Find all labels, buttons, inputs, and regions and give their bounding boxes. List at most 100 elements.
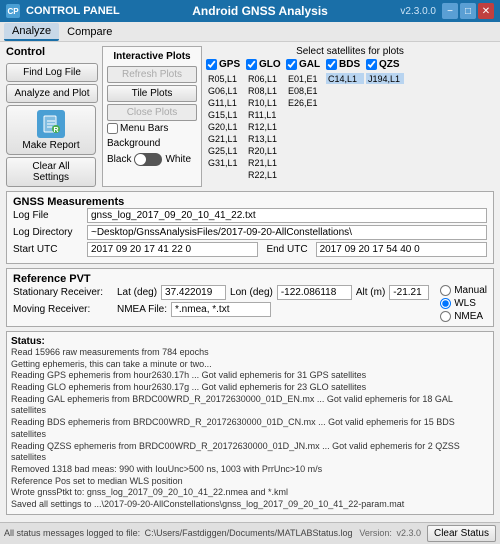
clear-status-button[interactable]: Clear Status: [427, 525, 496, 542]
bottom-version-label: Version: v2.3.0: [359, 528, 421, 538]
minimize-button[interactable]: −: [442, 3, 458, 19]
gal-cell-2: E26,E1: [286, 97, 324, 108]
gal-label: GAL: [299, 59, 320, 70]
all-messages-label: All status messages logged to file: C:\U…: [4, 528, 359, 538]
close-plots-button[interactable]: Close Plots: [107, 104, 197, 121]
log-file-row: Log File: [13, 208, 487, 223]
end-utc-label: End UTC: [266, 244, 307, 255]
bottom-right: Version: v2.3.0 Clear Status: [359, 525, 496, 542]
moving-row: Moving Receiver: NMEA File:: [13, 302, 436, 317]
wls-radio-label[interactable]: WLS: [440, 298, 487, 309]
bds-cell-0: C14,L1: [326, 73, 364, 84]
glo-column: GLO R06,L1 R08,L1 R10,L1 R11,L1 R12,L1 R…: [246, 59, 284, 180]
status-line-1: Getting ephemeris, this can take a minut…: [11, 359, 489, 371]
menu-bar: Analyze Compare: [0, 22, 500, 42]
report-icon: R: [37, 110, 65, 138]
status-section: Status: Read 15966 raw measurements from…: [6, 331, 494, 515]
qzs-checkbox[interactable]: [366, 59, 377, 70]
start-utc-label: Start UTC: [13, 244, 83, 255]
glo-cell-7: R21,L1: [246, 157, 284, 168]
glo-cell-1: R08,L1: [246, 85, 284, 96]
interactive-plots-panel: Interactive Plots Refresh Plots Tile Plo…: [102, 46, 202, 187]
gal-cell-0: E01,E1: [286, 73, 324, 84]
gps-cell-6: G25,L1: [206, 145, 244, 156]
glo-cell-4: R12,L1: [246, 121, 284, 132]
gal-cell-1: E08,E1: [286, 85, 324, 96]
close-button[interactable]: ✕: [478, 3, 494, 19]
app-icon: CP: [6, 4, 20, 18]
qzs-label: QZS: [379, 59, 400, 70]
status-line-9: Wrote gnssPtkt to: gnss_log_2017_09_20_1…: [11, 487, 489, 499]
log-dir-input[interactable]: [87, 225, 487, 240]
status-line-6: Reading QZSS ephemeris from BRDC00WRD_R_…: [11, 441, 489, 464]
log-file-label: Log File: [13, 210, 83, 221]
qzs-column: QZS J194,L1: [366, 59, 404, 180]
status-line-2: Reading GPS ephemeris from hour2630.17h …: [11, 370, 489, 382]
nmea-label: NMEA File:: [117, 304, 167, 315]
gps-checkbox[interactable]: [206, 59, 217, 70]
lon-input[interactable]: [277, 285, 352, 300]
gps-cell-2: G11,L1: [206, 97, 244, 108]
bds-column: BDS C14,L1: [326, 59, 364, 180]
gps-cell-1: G06,L1: [206, 85, 244, 96]
title-bar: CP CONTROL PANEL Android GNSS Analysis v…: [0, 0, 500, 22]
status-line-4: Reading GAL ephemeris from BRDC00WRD_R_2…: [11, 394, 489, 417]
glo-label: GLO: [259, 59, 281, 70]
nmea-radio[interactable]: [440, 311, 451, 322]
gps-label: GPS: [219, 59, 240, 70]
tile-plots-button[interactable]: Tile Plots: [107, 85, 197, 102]
gps-cell-5: G21,L1: [206, 133, 244, 144]
status-line-10: Saved all settings to ...\2017-09-20-All…: [11, 499, 489, 511]
alt-input[interactable]: [389, 285, 429, 300]
reference-pvt-section: Reference PVT Stationary Receiver: Lat (…: [6, 268, 494, 327]
nmea-radio-label[interactable]: NMEA: [440, 311, 487, 322]
qzs-cell-0: J194,L1: [366, 73, 404, 84]
log-file-input[interactable]: [87, 208, 487, 223]
svg-text:R: R: [53, 127, 58, 134]
lat-label: Lat (deg): [117, 287, 157, 298]
make-report-button[interactable]: R Make Report: [6, 105, 96, 155]
glo-cell-5: R13,L1: [246, 133, 284, 144]
clear-all-button[interactable]: Clear All Settings: [6, 157, 96, 187]
bottom-bar: All status messages logged to file: C:\U…: [0, 522, 500, 544]
gal-checkbox[interactable]: [286, 59, 297, 70]
pvt-section-label: Reference PVT: [13, 273, 91, 285]
menu-analyze[interactable]: Analyze: [4, 23, 59, 41]
menu-compare[interactable]: Compare: [59, 24, 120, 40]
gps-cell-3: G15,L1: [206, 109, 244, 120]
glo-cell-2: R10,L1: [246, 97, 284, 108]
glo-cell-8: R22,L1: [246, 169, 284, 180]
menu-bars-checkbox[interactable]: [107, 123, 118, 134]
status-line-3: Reading GLO ephemeris from hour2630.17g …: [11, 382, 489, 394]
lat-input[interactable]: [161, 285, 226, 300]
start-utc-input[interactable]: [87, 242, 258, 257]
satellite-section: Select satellites for plots GPS R05,L1 G…: [206, 46, 494, 187]
menu-bars-checkbox-label[interactable]: Menu Bars: [107, 123, 197, 134]
bds-checkbox[interactable]: [326, 59, 337, 70]
wls-radio[interactable]: [440, 298, 451, 309]
manual-radio-label[interactable]: Manual: [440, 285, 487, 296]
find-log-button[interactable]: Find Log File: [6, 63, 98, 82]
glo-cell-3: R11,L1: [246, 109, 284, 120]
gps-column: GPS R05,L1 G06,L1 G11,L1 G15,L1 G20,L1 G…: [206, 59, 244, 180]
maximize-button[interactable]: □: [460, 3, 476, 19]
nmea-input[interactable]: [171, 302, 271, 317]
alt-label: Alt (m): [356, 287, 385, 298]
lon-label: Lon (deg): [230, 287, 273, 298]
status-line-8: Reference Pos set to median WLS position: [11, 476, 489, 488]
background-toggle[interactable]: Black White: [107, 153, 197, 166]
status-line-0: Read 15966 raw measurements from 784 epo…: [11, 347, 489, 359]
manual-radio[interactable]: [440, 285, 451, 296]
analyze-plot-button[interactable]: Analyze and Plot: [6, 84, 98, 103]
refresh-plots-button[interactable]: Refresh Plots: [107, 66, 197, 83]
end-utc-input[interactable]: [316, 242, 487, 257]
glo-cell-6: R20,L1: [246, 145, 284, 156]
glo-checkbox[interactable]: [246, 59, 257, 70]
utc-row: Start UTC End UTC: [13, 242, 487, 257]
gps-cell-7: G31,L1: [206, 157, 244, 168]
gnss-section-label: GNSS Measurements: [13, 196, 124, 208]
status-text: Read 15966 raw measurements from 784 epo…: [11, 347, 489, 511]
interactive-plots-label: Interactive Plots: [107, 51, 197, 62]
app-title: CONTROL PANEL: [26, 5, 120, 17]
gal-column: GAL E01,E1 E08,E1 E26,E1: [286, 59, 324, 180]
